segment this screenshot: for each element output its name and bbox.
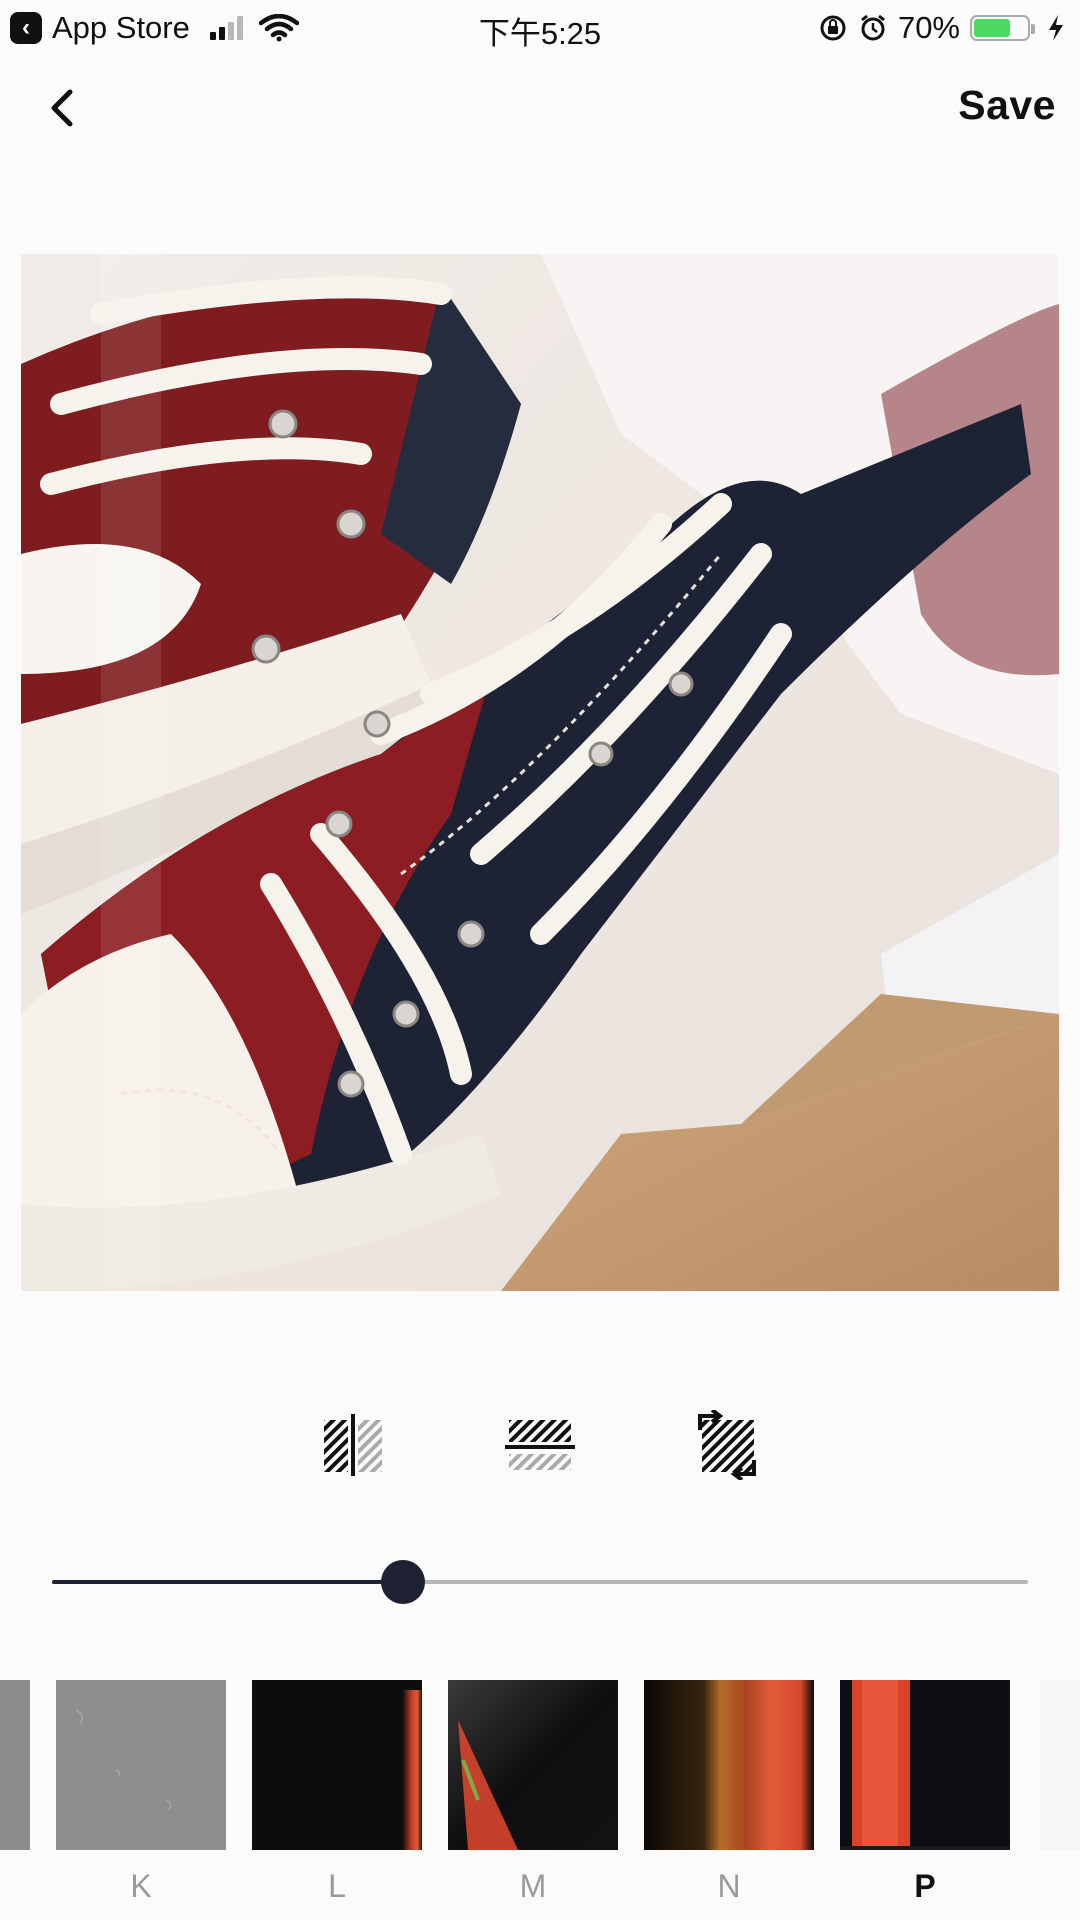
filter-thumb-p <box>840 1680 1010 1850</box>
save-button[interactable]: Save <box>958 82 1056 129</box>
status-right: 70% <box>818 8 1066 48</box>
slider-fill <box>52 1580 404 1584</box>
filter-item-p[interactable]: P <box>840 1680 1010 1905</box>
split-horizontal-icon <box>505 1420 575 1470</box>
filter-label-p: P <box>914 1868 936 1904</box>
filter-item-l[interactable]: L <box>252 1680 422 1905</box>
split-horizontal-tool[interactable] <box>505 1410 575 1480</box>
chevron-left-icon[interactable] <box>40 84 88 132</box>
sneakers-photo-illustration <box>21 254 1059 1291</box>
status-bar: ‹ App Store 下午5:25 70% <box>0 0 1080 54</box>
alarm-icon <box>861 14 885 41</box>
filter-label-m: M <box>519 1868 547 1904</box>
filter-thumb-partial-right[interactable] <box>1040 1680 1080 1850</box>
battery-icon <box>970 15 1035 41</box>
slider-track <box>52 1580 1028 1584</box>
filter-item-n[interactable]: N <box>644 1680 814 1905</box>
edited-photo <box>21 254 1059 1291</box>
filter-thumb-k <box>56 1680 226 1850</box>
filter-item-k[interactable]: K <box>56 1680 226 1905</box>
filter-label-k: K <box>130 1868 152 1904</box>
filter-strip[interactable]: K L M N P <box>0 1680 1080 1920</box>
swap-texture-icon <box>698 1408 756 1482</box>
filter-thumb-l <box>252 1680 422 1850</box>
rotation-lock-icon <box>820 15 846 41</box>
charging-icon <box>1049 15 1063 41</box>
split-vertical-icon <box>324 1414 382 1476</box>
battery-level <box>974 19 1011 37</box>
filter-thumb-n <box>644 1680 814 1850</box>
filter-thumb-partial-left[interactable] <box>0 1680 30 1850</box>
filter-item-m[interactable]: M <box>448 1680 618 1905</box>
battery-percent: 70% <box>897 10 960 45</box>
split-vertical-tool[interactable] <box>318 1410 388 1480</box>
filter-thumb-m <box>448 1680 618 1850</box>
slider-thumb[interactable] <box>381 1560 426 1604</box>
filter-label-l: L <box>328 1868 346 1904</box>
swap-texture-tool[interactable] <box>692 1408 762 1482</box>
filter-label-n: N <box>717 1868 741 1904</box>
intensity-slider[interactable] <box>52 1560 1028 1604</box>
